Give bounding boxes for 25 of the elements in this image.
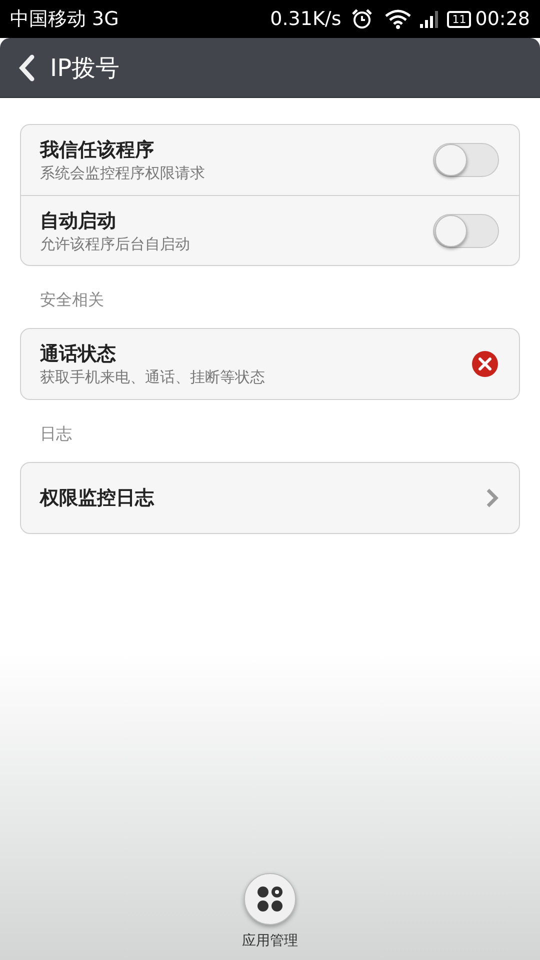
signal-icon — [419, 10, 440, 28]
item-title: 通话状态 — [40, 342, 117, 367]
toggle-switch[interactable] — [433, 214, 499, 248]
item-title: 自动启动 — [40, 208, 117, 234]
battery-indicator: 11 — [447, 10, 472, 28]
toggle-switch[interactable] — [433, 143, 499, 177]
section-header: 安全相关 — [39, 289, 105, 311]
item-description: 获取手机来电、通话、挂断等状态 — [40, 367, 266, 387]
section-header: 日志 — [39, 423, 73, 445]
chevron-right-icon[interactable] — [485, 487, 499, 509]
page-title: IP拨号 — [50, 52, 120, 84]
apps-grid-icon — [256, 885, 284, 913]
item-title: 权限监控日志 — [40, 486, 156, 511]
network-speed: 0.31K/s — [270, 6, 342, 32]
app-manager-button[interactable] — [244, 873, 296, 925]
item-description: 系统会监控程序权限请求 — [40, 163, 206, 183]
back-icon[interactable] — [18, 54, 36, 82]
carrier-label: 中国移动 3G — [10, 6, 119, 32]
clock: 00:28 — [475, 6, 530, 32]
app-manager-label: 应用管理 — [242, 932, 298, 951]
item-description: 允许该程序后台自启动 — [40, 234, 191, 254]
alarm-clock-icon — [351, 8, 374, 30]
close-circle-icon[interactable] — [471, 350, 499, 378]
item-title: 我信任该程序 — [40, 138, 155, 163]
wifi-icon — [385, 9, 412, 29]
